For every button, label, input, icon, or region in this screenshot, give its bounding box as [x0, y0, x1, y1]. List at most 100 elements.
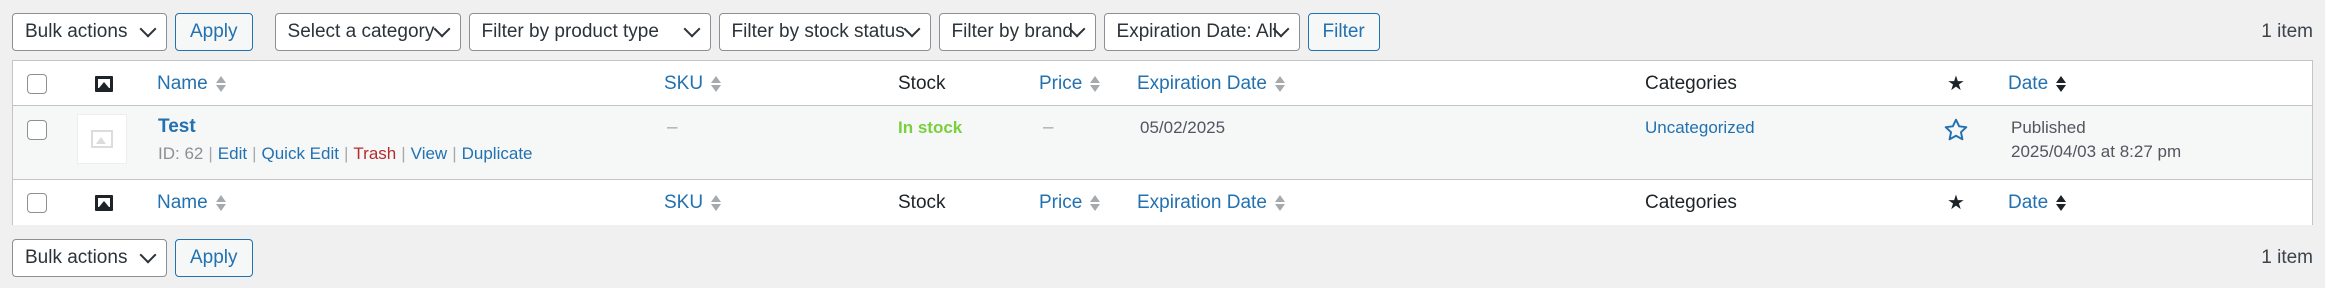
sort-desc-icon [2056, 194, 2067, 212]
view-link[interactable]: View [411, 144, 448, 163]
sort-icon [1274, 194, 1285, 212]
product-id: ID: 62 [158, 144, 204, 163]
category-filter-select[interactable]: Select a category [274, 13, 461, 51]
expiration-date-filter-select[interactable]: Expiration Date: All [1103, 13, 1300, 51]
sort-icon [1090, 75, 1101, 93]
chevron-down-icon [139, 20, 157, 38]
table-row: Test ID: 62 | Edit | Quick Edit | Trash | View | D… [13, 106, 2312, 180]
tablenav-top-controls: Bulk actions Apply Select a category Fil… [12, 13, 1380, 51]
items-count-bottom: 1 item [2261, 247, 2313, 268]
sku-value: – [667, 117, 678, 138]
featured-toggle[interactable] [1943, 116, 1969, 144]
product-name-link[interactable]: Test [158, 116, 196, 138]
stock-column-footer: Stock [898, 180, 946, 225]
sku-column-footer[interactable]: SKU [664, 180, 722, 225]
thumbnail-column-footer [95, 180, 113, 225]
product-type-filter-select[interactable]: Filter by product type [468, 13, 711, 51]
featured-column-header[interactable]: ★ [1947, 61, 1965, 106]
items-count: 1 item [2261, 21, 2313, 42]
sort-icon [711, 194, 722, 212]
bulk-actions-select[interactable]: Bulk actions [12, 13, 167, 51]
duplicate-link[interactable]: Duplicate [462, 144, 533, 163]
publish-status: Published [2011, 118, 2086, 137]
expiration-date-filter-label: Expiration Date: All [1116, 21, 1278, 42]
row-checkbox-cell [27, 120, 47, 140]
date-column-label: Date [2008, 191, 2049, 213]
name-column-label: Name [157, 72, 208, 94]
stock-column-header: Stock [898, 61, 946, 106]
category-link[interactable]: Uncategorized [1645, 116, 1755, 140]
select-all-checkbox-cell [27, 180, 47, 225]
chevron-down-icon [139, 246, 157, 264]
name-column-header[interactable]: Name [157, 61, 226, 106]
expiration-date-column-label: Expiration Date [1137, 191, 1267, 213]
date-column-header[interactable]: Date [2008, 61, 2067, 106]
thumbnail-column-header [95, 61, 113, 106]
tablenav-top: Bulk actions Apply Select a category Fil… [12, 13, 2313, 51]
featured-column-footer[interactable]: ★ [1947, 180, 1965, 225]
price-column-header[interactable]: Price [1039, 61, 1101, 106]
expiration-date-column-label: Expiration Date [1137, 72, 1267, 94]
sort-icon [1274, 75, 1285, 93]
star-icon: ★ [1947, 192, 1965, 214]
star-icon: ★ [1947, 73, 1965, 95]
sort-icon [1090, 194, 1101, 212]
date-cell: Published 2025/04/03 at 8:27 pm [2011, 116, 2181, 164]
edit-link[interactable]: Edit [218, 144, 247, 163]
price-value: – [1043, 117, 1054, 138]
trash-link[interactable]: Trash [353, 144, 396, 163]
date-column-footer[interactable]: Date [2008, 180, 2067, 225]
row-actions: ID: 62 | Edit | Quick Edit | Trash | View | Duplic… [158, 144, 533, 163]
name-column-label: Name [157, 191, 208, 213]
expiration-date-column-footer[interactable]: Expiration Date [1137, 180, 1285, 225]
apply-button-bottom[interactable]: Apply [175, 239, 253, 277]
image-icon [95, 194, 113, 211]
tablenav-bottom-controls: Bulk actions Apply [12, 239, 253, 277]
chevron-down-icon [903, 20, 921, 38]
select-all-checkbox[interactable] [27, 192, 47, 213]
category-filter-label: Select a category [287, 21, 435, 42]
expiration-date-column-header[interactable]: Expiration Date [1137, 61, 1285, 106]
expiration-date-value: 05/02/2025 [1140, 118, 1226, 137]
sort-desc-icon [2056, 75, 2067, 93]
stock-status-value: In stock [898, 118, 963, 137]
publish-date: 2025/04/03 at 8:27 pm [2011, 142, 2182, 161]
filter-button[interactable]: Filter [1307, 13, 1380, 51]
categories-column-footer: Categories [1645, 180, 1737, 225]
categories-column-label: Categories [1645, 72, 1737, 94]
stock-status-filter-label: Filter by stock status [731, 21, 905, 42]
bulk-actions-select-bottom[interactable]: Bulk actions [12, 239, 167, 277]
date-column-label: Date [2008, 72, 2049, 94]
stock-column-label: Stock [898, 72, 946, 94]
brand-filter-label: Filter by brand [951, 21, 1073, 42]
stock-status-filter-select[interactable]: Filter by stock status [718, 13, 931, 51]
select-all-checkbox-cell [27, 61, 47, 106]
name-column-footer[interactable]: Name [157, 180, 226, 225]
products-table: Name SKU Stock Price Expiration Date Cat… [12, 60, 2313, 225]
select-all-checkbox[interactable] [27, 73, 47, 94]
chevron-down-icon [433, 20, 451, 38]
row-checkbox[interactable] [27, 120, 47, 140]
product-thumbnail[interactable] [77, 114, 127, 164]
apply-button[interactable]: Apply [175, 13, 253, 51]
stock-column-label: Stock [898, 191, 946, 213]
sort-icon [215, 75, 226, 93]
sku-column-label: SKU [664, 191, 704, 213]
sku-column-label: SKU [664, 72, 704, 94]
sort-icon [711, 75, 722, 93]
brand-filter-select[interactable]: Filter by brand [938, 13, 1096, 51]
product-type-filter-label: Filter by product type [481, 21, 659, 42]
placeholder-image-icon [91, 130, 113, 148]
table-footer-row: Name SKU Stock Price Expiration Date Cat… [13, 180, 2312, 225]
categories-column-label: Categories [1645, 191, 1737, 213]
image-icon [95, 75, 113, 92]
sku-column-header[interactable]: SKU [664, 61, 722, 106]
sort-icon [215, 194, 226, 212]
price-column-label: Price [1039, 72, 1083, 94]
quick-edit-link[interactable]: Quick Edit [262, 144, 339, 163]
bulk-actions-label: Bulk actions [25, 247, 128, 268]
star-outline-icon [1944, 118, 1968, 141]
categories-column-header: Categories [1645, 61, 1737, 106]
bulk-actions-label: Bulk actions [25, 21, 128, 42]
price-column-footer[interactable]: Price [1039, 180, 1101, 225]
